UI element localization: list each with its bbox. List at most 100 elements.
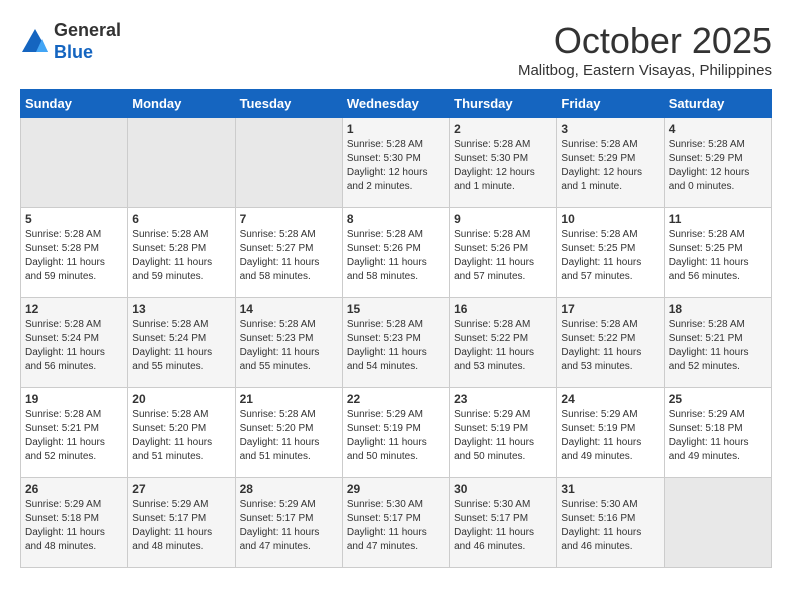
calendar-table: SundayMondayTuesdayWednesdayThursdayFrid…	[20, 89, 772, 568]
calendar-cell: 30Sunrise: 5:30 AMSunset: 5:17 PMDayligh…	[450, 478, 557, 568]
sunrise-label: Sunrise: 5:28 AM	[669, 229, 745, 240]
weekday-header-row: SundayMondayTuesdayWednesdayThursdayFrid…	[21, 90, 772, 118]
daylight-label: Daylight: 11 hours and 55 minutes.	[132, 347, 212, 372]
calendar-cell: 1Sunrise: 5:28 AMSunset: 5:30 PMDaylight…	[342, 118, 449, 208]
calendar-cell: 17 Sunrise: 5:28 AMSunset: 5:22 PMDayligh…	[557, 298, 664, 388]
sunrise-label: Sunrise: 5:28 AM	[561, 139, 637, 150]
cell-content: Sunrise: 5:28 AMSunset: 5:30 PMDaylight:…	[454, 138, 552, 194]
logo-icon	[20, 27, 50, 57]
daylight-label: Daylight: 11 hours and 58 minutes.	[347, 257, 427, 282]
day-number: 31	[561, 482, 659, 496]
sunset-label: Sunset: 5:26 PM	[347, 243, 421, 254]
sunrise-label: Sunrise: 5:28 AM	[240, 229, 316, 240]
sunset-label: Sunset: 5:17 PM	[347, 513, 421, 524]
daylight-label: Daylight: 11 hours and 46 minutes.	[454, 527, 534, 552]
sunset-label: Sunset: 5:24 PM	[132, 333, 206, 344]
calendar-cell: 10Sunrise: 5:28 AMSunset: 5:25 PMDayligh…	[557, 208, 664, 298]
day-number: 3	[561, 122, 659, 136]
day-number: 18	[669, 302, 767, 316]
calendar-cell: 8Sunrise: 5:28 AMSunset: 5:26 PMDaylight…	[342, 208, 449, 298]
cell-content: Sunrise: 5:28 AMSunset: 5:24 PMDaylight:…	[25, 318, 123, 374]
calendar-cell: 4Sunrise: 5:28 AMSunset: 5:29 PMDaylight…	[664, 118, 771, 208]
sunset-label: Sunset: 5:25 PM	[561, 243, 635, 254]
calendar-cell	[21, 118, 128, 208]
sunset-label: Sunset: 5:18 PM	[25, 513, 99, 524]
cell-content: Sunrise: 5:29 AMSunset: 5:17 PMDaylight:…	[240, 498, 338, 554]
sunrise-label: Sunrise: 5:28 AM	[669, 319, 745, 330]
sunset-label: Sunset: 5:23 PM	[347, 333, 421, 344]
day-number: 15	[347, 302, 445, 316]
sunset-label: Sunset: 5:19 PM	[347, 423, 421, 434]
day-number: 2	[454, 122, 552, 136]
daylight-label: Daylight: 12 hours and 1 minute.	[454, 167, 535, 192]
sunset-label: Sunset: 5:18 PM	[669, 423, 743, 434]
month-title: October 2025	[518, 20, 772, 62]
sunrise-label: Sunrise: 5:28 AM	[561, 229, 637, 240]
sunset-label: Sunset: 5:17 PM	[132, 513, 206, 524]
sunset-label: Sunset: 5:28 PM	[25, 243, 99, 254]
sunset-label: Sunset: 5:16 PM	[561, 513, 635, 524]
daylight-label: Daylight: 11 hours and 55 minutes.	[240, 347, 320, 372]
calendar-cell: 16Sunrise: 5:28 AMSunset: 5:22 PMDayligh…	[450, 298, 557, 388]
calendar-cell	[664, 478, 771, 568]
sunset-label: Sunset: 5:19 PM	[561, 423, 635, 434]
weekday-header: Friday	[557, 90, 664, 118]
sunrise-label: Sunrise: 5:30 AM	[561, 499, 637, 510]
day-number: 27	[132, 482, 230, 496]
calendar-cell: 14Sunrise: 5:28 AMSunset: 5:23 PMDayligh…	[235, 298, 342, 388]
daylight-label: Daylight: 11 hours and 57 minutes.	[454, 257, 534, 282]
daylight-label: Daylight: 11 hours and 59 minutes.	[132, 257, 212, 282]
day-number: 24	[561, 392, 659, 406]
daylight-label: Daylight: 11 hours and 50 minutes.	[347, 437, 427, 462]
calendar-cell	[235, 118, 342, 208]
calendar-cell: 21Sunrise: 5:28 AMSunset: 5:20 PMDayligh…	[235, 388, 342, 478]
sunset-label: Sunset: 5:25 PM	[669, 243, 743, 254]
cell-content: Sunrise: 5:28 AMSunset: 5:25 PMDaylight:…	[669, 228, 767, 284]
weekday-header: Tuesday	[235, 90, 342, 118]
sunset-label: Sunset: 5:22 PM	[454, 333, 528, 344]
weekday-header: Sunday	[21, 90, 128, 118]
cell-content: Sunrise: 5:28 AMSunset: 5:23 PMDaylight:…	[240, 318, 338, 374]
calendar-cell: 20Sunrise: 5:28 AMSunset: 5:20 PMDayligh…	[128, 388, 235, 478]
sunset-label: Sunset: 5:28 PM	[132, 243, 206, 254]
calendar-week-row: 26Sunrise: 5:29 AMSunset: 5:18 PMDayligh…	[21, 478, 772, 568]
day-number: 1	[347, 122, 445, 136]
sunrise-label: Sunrise: 5:28 AM	[240, 409, 316, 420]
day-number: 23	[454, 392, 552, 406]
sunset-label: Sunset: 5:23 PM	[240, 333, 314, 344]
sunrise-label: Sunrise: 5:28 AM	[132, 409, 208, 420]
logo: General Blue	[20, 20, 121, 63]
calendar-cell: 6Sunrise: 5:28 AMSunset: 5:28 PMDaylight…	[128, 208, 235, 298]
cell-content: Sunrise: 5:30 AMSunset: 5:17 PMDaylight:…	[454, 498, 552, 554]
day-number: 6	[132, 212, 230, 226]
daylight-label: Daylight: 11 hours and 53 minutes.	[561, 347, 641, 372]
day-number: 17	[561, 302, 659, 316]
daylight-label: Daylight: 11 hours and 48 minutes.	[132, 527, 212, 552]
weekday-header: Thursday	[450, 90, 557, 118]
sunset-label: Sunset: 5:27 PM	[240, 243, 314, 254]
sunrise-label: Sunrise: 5:30 AM	[454, 499, 530, 510]
cell-content: Sunrise: 5:28 AMSunset: 5:26 PMDaylight:…	[454, 228, 552, 284]
sunrise-label: Sunrise: 5:28 AM	[454, 139, 530, 150]
day-number: 13	[132, 302, 230, 316]
daylight-label: Daylight: 11 hours and 52 minutes.	[669, 347, 749, 372]
calendar-cell: 2 Sunrise: 5:28 AMSunset: 5:30 PMDaylight…	[450, 118, 557, 208]
cell-content: Sunrise: 5:29 AMSunset: 5:19 PMDaylight:…	[347, 408, 445, 464]
calendar-week-row: 5Sunrise: 5:28 AMSunset: 5:28 PMDaylight…	[21, 208, 772, 298]
cell-content: Sunrise: 5:28 AMSunset: 5:22 PMDaylight:…	[454, 318, 552, 374]
day-number: 22	[347, 392, 445, 406]
day-number: 11	[669, 212, 767, 226]
day-number: 9	[454, 212, 552, 226]
cell-content: Sunrise: 5:28 AMSunset: 5:20 PMDaylight:…	[240, 408, 338, 464]
calendar-cell: 23Sunrise: 5:29 AMSunset: 5:19 PMDayligh…	[450, 388, 557, 478]
calendar-cell: 13Sunrise: 5:28 AMSunset: 5:24 PMDayligh…	[128, 298, 235, 388]
daylight-label: Daylight: 11 hours and 49 minutes.	[561, 437, 641, 462]
cell-content: Sunrise: 5:28 AMSunset: 5:29 PMDaylight:…	[561, 138, 659, 194]
daylight-label: Daylight: 12 hours and 2 minutes.	[347, 167, 428, 192]
sunrise-label: Sunrise: 5:29 AM	[240, 499, 316, 510]
weekday-header: Wednesday	[342, 90, 449, 118]
sunrise-label: Sunrise: 5:29 AM	[25, 499, 101, 510]
cell-content: Sunrise: 5:28 AMSunset: 5:22 PMDaylight:…	[561, 318, 659, 374]
daylight-label: Daylight: 11 hours and 59 minutes.	[25, 257, 105, 282]
weekday-header: Saturday	[664, 90, 771, 118]
